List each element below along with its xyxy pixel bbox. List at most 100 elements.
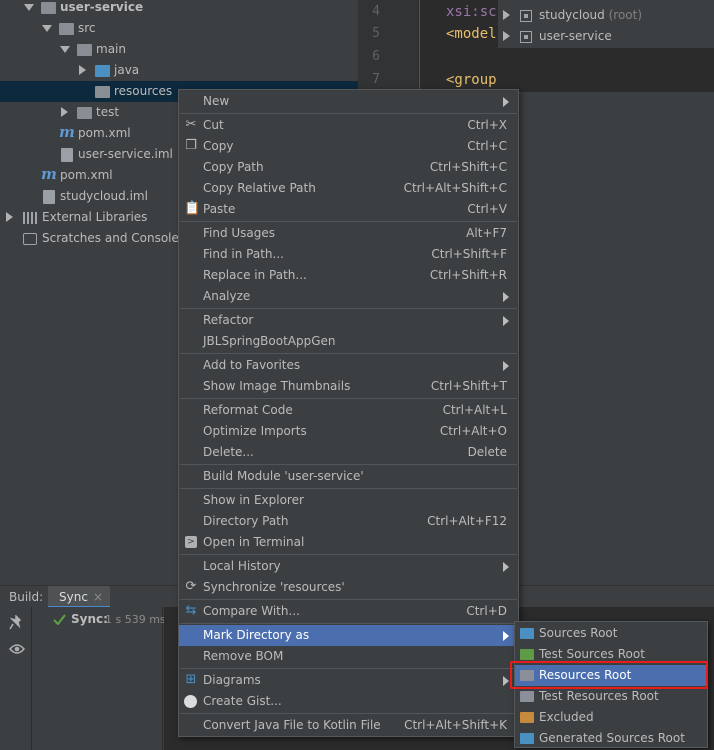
menu-item-new[interactable]: New — [179, 91, 518, 112]
iml-file-icon — [61, 148, 73, 162]
menu-item-show-in-explorer[interactable]: Show in Explorer — [179, 490, 518, 511]
pin-icon[interactable] — [9, 615, 23, 631]
chevron-right-icon[interactable] — [503, 31, 510, 41]
menu-item-refactor[interactable]: Refactor — [179, 310, 518, 331]
menu-separator — [180, 464, 517, 465]
menu-item-show-image-thumbnails[interactable]: Show Image Thumbnails Ctrl+Shift+T — [179, 376, 518, 397]
submenu-item-generated-sources-root[interactable]: Generated Sources Root — [515, 728, 707, 749]
menu-item-delete[interactable]: Delete... Delete — [179, 442, 518, 463]
sync-status-label: Sync: — [71, 612, 108, 626]
menu-separator — [180, 668, 517, 669]
menu-item-copy-path[interactable]: Copy Path Ctrl+Shift+C — [179, 157, 518, 178]
tree-item-label: studycloud.iml — [60, 189, 148, 203]
menu-item-replace-in-path[interactable]: Replace in Path... Ctrl+Shift+R — [179, 265, 518, 286]
tab-sync[interactable]: Sync × — [48, 586, 110, 608]
submenu-label: Generated Sources Root — [539, 731, 685, 745]
tree-item-label: test — [96, 105, 120, 119]
maven-icon: m — [59, 123, 75, 141]
chevron-right-icon[interactable] — [61, 107, 68, 117]
module-item-user-service[interactable]: user-service — [498, 26, 714, 47]
menu-label: Create Gist... — [203, 694, 282, 708]
excluded-folder-icon — [520, 712, 534, 723]
menu-shortcut: Ctrl+Alt+O — [439, 424, 507, 438]
tree-item-label: java — [114, 63, 140, 77]
chevron-down-icon[interactable] — [24, 4, 34, 11]
menu-separator — [180, 308, 517, 309]
menu-label: New — [203, 94, 230, 108]
menu-shortcut: Ctrl+X — [467, 118, 507, 132]
menu-item-copy[interactable]: ❐ Copy Ctrl+C — [179, 136, 518, 157]
submenu-item-sources-root[interactable]: Sources Root — [515, 623, 707, 644]
menu-item-create-gist[interactable]: Create Gist... — [179, 691, 518, 712]
chevron-right-icon[interactable] — [6, 212, 13, 222]
chevron-right-icon[interactable] — [79, 65, 86, 75]
menu-shortcut: Ctrl+C — [467, 139, 507, 153]
menu-label: Reformat Code — [203, 403, 293, 417]
menu-item-reformat-code[interactable]: Reformat Code Ctrl+Alt+L — [179, 400, 518, 421]
menu-item-open-in-terminal[interactable]: > Open in Terminal — [179, 532, 518, 553]
chevron-down-icon[interactable] — [60, 46, 70, 53]
menu-item-diagrams[interactable]: ⊞ Diagrams — [179, 670, 518, 691]
menu-shortcut: Ctrl+V — [467, 202, 507, 216]
menu-item-directory-path[interactable]: Directory Path Ctrl+Alt+F12 — [179, 511, 518, 532]
chevron-down-icon[interactable] — [42, 25, 52, 32]
menu-separator — [180, 353, 517, 354]
menu-item-jbl-spring-boot-app-gen[interactable]: JBLSpringBootAppGen — [179, 331, 518, 352]
tree-item-label: main — [96, 42, 126, 56]
eye-icon[interactable] — [9, 643, 25, 655]
submenu-arrow-icon — [503, 316, 509, 326]
menu-separator — [180, 113, 517, 114]
menu-item-find-usages[interactable]: Find Usages Alt+F7 — [179, 223, 518, 244]
tree-item-label: user-service — [60, 0, 144, 14]
menu-shortcut: Ctrl+Alt+L — [442, 403, 507, 417]
code-line: <group — [446, 72, 497, 88]
menu-item-build-module[interactable]: Build Module 'user-service' — [179, 466, 518, 487]
tree-item-src[interactable]: src — [0, 18, 358, 39]
menu-label: Show Image Thumbnails — [203, 379, 351, 393]
submenu-arrow-icon — [503, 562, 509, 572]
menu-label: Diagrams — [203, 673, 261, 687]
menu-item-copy-relative-path[interactable]: Copy Relative Path Ctrl+Alt+Shift+C — [179, 178, 518, 199]
submenu-label: Excluded — [539, 710, 594, 724]
submenu-arrow-icon — [503, 361, 509, 371]
menu-item-paste[interactable]: 📋 Paste Ctrl+V — [179, 199, 518, 220]
tree-item-java[interactable]: java — [0, 60, 358, 81]
menu-item-optimize-imports[interactable]: Optimize Imports Ctrl+Alt+O — [179, 421, 518, 442]
module-icon — [520, 10, 532, 22]
module-item-studycloud[interactable]: studycloud (root) — [498, 5, 714, 26]
submenu-item-test-resources-root[interactable]: Test Resources Root — [515, 686, 707, 707]
build-title: Build: — [9, 590, 44, 604]
menu-separator — [180, 713, 517, 714]
folder-icon — [95, 86, 110, 98]
menu-item-add-to-favorites[interactable]: Add to Favorites — [179, 355, 518, 376]
menu-item-cut[interactable]: ✂ Cut Ctrl+X — [179, 115, 518, 136]
menu-item-remove-bom[interactable]: Remove BOM — [179, 646, 518, 667]
tree-item-user-service[interactable]: user-service — [0, 0, 358, 18]
line-gutter: 4 5 6 7 — [358, 0, 418, 92]
menu-item-compare-with[interactable]: ⇆ Compare With... Ctrl+D — [179, 601, 518, 622]
menu-separator — [180, 398, 517, 399]
menu-item-local-history[interactable]: Local History — [179, 556, 518, 577]
menu-label: Cut — [203, 118, 224, 132]
menu-item-find-in-path[interactable]: Find in Path... Ctrl+Shift+F — [179, 244, 518, 265]
tree-item-label: External Libraries — [42, 210, 148, 224]
menu-item-analyze[interactable]: Analyze — [179, 286, 518, 307]
menu-label: Replace in Path... — [203, 268, 307, 282]
menu-separator — [180, 599, 517, 600]
tree-item-label: pom.xml — [60, 168, 113, 182]
build-tree: Sync: 1 s 539 ms — [33, 607, 166, 750]
close-icon[interactable]: × — [93, 588, 103, 606]
module-label: studycloud (root) — [539, 8, 643, 22]
submenu-item-excluded[interactable]: Excluded — [515, 707, 707, 728]
sync-time: 1 s 539 ms — [105, 613, 166, 626]
menu-label: Compare With... — [203, 604, 300, 618]
cut-icon: ✂ — [185, 117, 197, 132]
generated-sources-root-icon — [520, 733, 534, 744]
copy-icon: ❐ — [185, 138, 197, 153]
chevron-right-icon[interactable] — [503, 10, 510, 20]
menu-item-convert-java-to-kotlin[interactable]: Convert Java File to Kotlin File Ctrl+Alt… — [179, 715, 518, 736]
tree-item-main[interactable]: main — [0, 39, 358, 60]
menu-shortcut: Alt+F7 — [466, 226, 507, 240]
menu-item-synchronize[interactable]: ⟳ Synchronize 'resources' — [179, 577, 518, 598]
menu-item-mark-directory-as[interactable]: Mark Directory as — [179, 625, 518, 646]
